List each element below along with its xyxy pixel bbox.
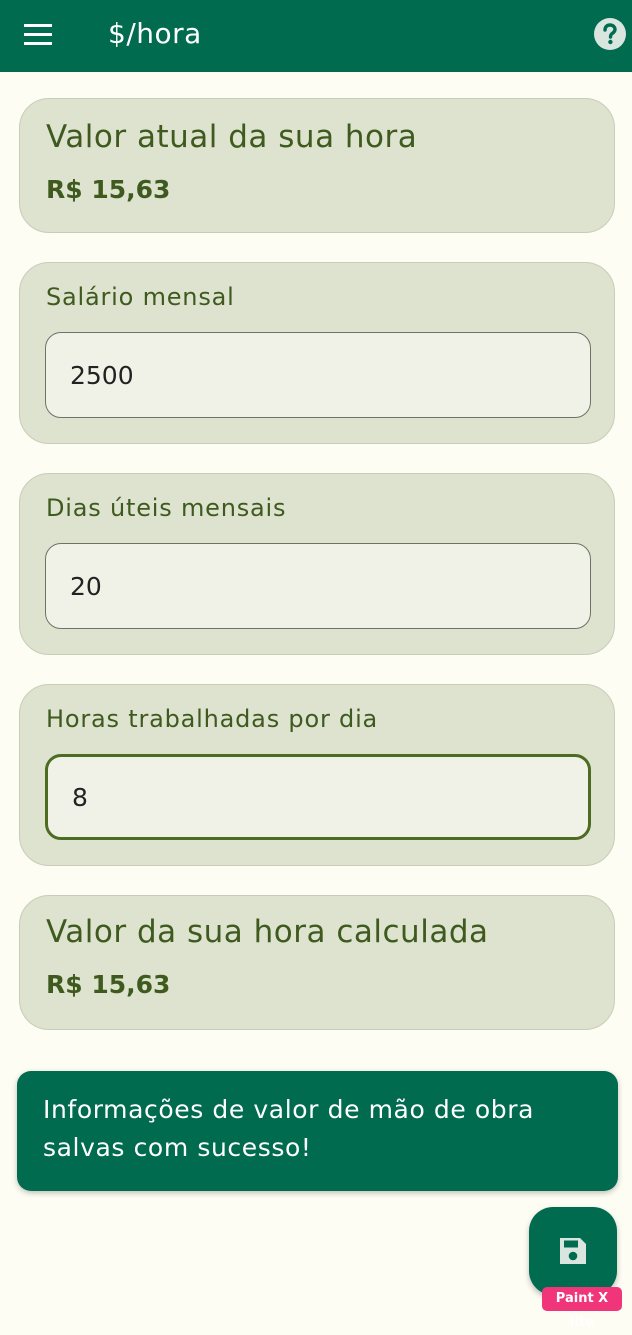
- work-days-card: Dias úteis mensais: [19, 473, 615, 655]
- help-circle-icon[interactable]: [593, 17, 627, 51]
- hamburger-menu-icon[interactable]: [24, 23, 52, 47]
- salary-input[interactable]: [46, 333, 590, 417]
- snackbar: Informações de valor de mão de obra salv…: [17, 1071, 618, 1191]
- salary-field[interactable]: [45, 332, 591, 418]
- work-days-field[interactable]: [45, 543, 591, 629]
- hours-per-day-label: Horas trabalhadas por dia: [46, 705, 379, 733]
- salary-card: Salário mensal: [19, 262, 615, 444]
- current-rate-value: R$ 15,63: [46, 175, 171, 204]
- work-days-label: Dias úteis mensais: [46, 494, 287, 522]
- hours-per-day-input[interactable]: [48, 757, 588, 837]
- hours-per-day-field[interactable]: [45, 754, 591, 840]
- app-title: $/hora: [108, 17, 202, 50]
- hours-per-day-card: Horas trabalhadas por dia: [19, 684, 615, 866]
- salary-label: Salário mensal: [46, 283, 235, 311]
- calculated-rate-value: R$ 15,63: [46, 970, 171, 999]
- work-days-input[interactable]: [46, 544, 590, 628]
- watermark-badge: Paint X lite: [542, 1287, 622, 1330]
- app-bar: $/hora: [0, 0, 632, 72]
- current-rate-card: Valor atual da sua hora R$ 15,63: [19, 98, 615, 233]
- snackbar-message: Informações de valor de mão de obra salv…: [43, 1095, 535, 1162]
- calculated-rate-card: Valor da sua hora calculada R$ 15,63: [19, 895, 615, 1030]
- calculated-rate-title: Valor da sua hora calculada: [46, 914, 489, 950]
- current-rate-title: Valor atual da sua hora: [46, 119, 418, 155]
- save-icon: [560, 1238, 586, 1264]
- save-button[interactable]: [529, 1207, 617, 1295]
